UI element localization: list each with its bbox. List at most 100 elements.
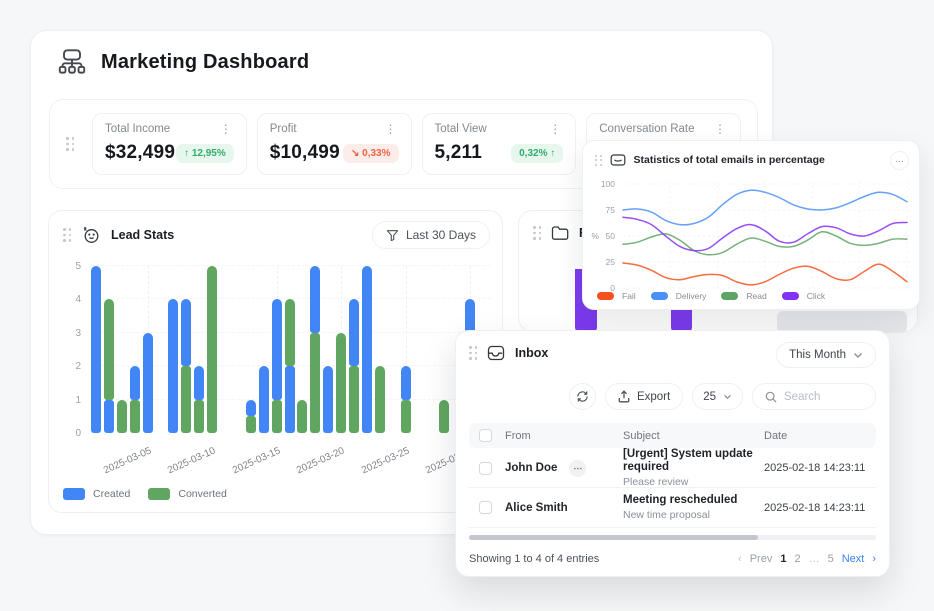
pagination-item[interactable]: 5 xyxy=(828,553,834,565)
row-checkbox[interactable] xyxy=(479,462,492,475)
legend-swatch xyxy=(721,292,738,300)
kebab-menu-icon[interactable]: ⋮ xyxy=(218,124,234,134)
showing-entries-text: Showing 1 to 4 of 4 entries xyxy=(469,553,599,565)
pagination-item[interactable]: › xyxy=(872,553,876,565)
bar-segment-converted xyxy=(375,366,385,433)
table-row[interactable]: Alice SmithMeeting rescheduledNew time p… xyxy=(469,488,876,528)
row-menu-button[interactable]: ⋯ xyxy=(569,460,586,477)
subject-cell: Meeting rescheduledNew time proposal xyxy=(623,494,764,521)
select-all-checkbox[interactable] xyxy=(479,429,492,442)
drag-handle-icon[interactable] xyxy=(533,226,541,240)
legend-item-delivery[interactable]: Delivery xyxy=(651,291,707,301)
bar-segment-converted xyxy=(117,400,127,433)
drag-handle-icon[interactable] xyxy=(63,228,71,242)
pagination-item[interactable]: ‹ xyxy=(738,553,742,565)
stat-card-top: Total Income⋮ xyxy=(105,123,234,135)
stat-card-top: Total View⋮ xyxy=(435,123,564,135)
sitemap-icon xyxy=(56,47,88,77)
drag-handle-icon[interactable] xyxy=(595,155,602,166)
from-cell: John Doe ⋯ xyxy=(505,460,623,477)
legend-swatch xyxy=(651,292,668,300)
date-cell: 2025-02-18 14:23:11 xyxy=(764,462,876,474)
bar-segment-created xyxy=(323,366,333,433)
x-tick-label: 2025-03-10 xyxy=(149,445,217,484)
search-input[interactable]: Search xyxy=(752,383,876,410)
scrollbar-thumb[interactable] xyxy=(469,535,758,540)
bar-segment-converted xyxy=(310,333,320,433)
stat-card-bottom: 5,2110,32% ↑ xyxy=(435,142,564,164)
email-chart-legend: Fail Delivery Read Click xyxy=(597,291,825,301)
legend-swatch xyxy=(63,488,85,500)
grid-line xyxy=(91,265,491,266)
table-row[interactable]: John Doe ⋯ [Urgent] System update required… xyxy=(469,448,876,488)
export-label: Export xyxy=(637,391,670,403)
funnel-icon xyxy=(386,229,399,242)
kebab-menu-icon[interactable]: ⋮ xyxy=(547,124,563,134)
legend-item-read[interactable]: Read xyxy=(721,291,766,301)
page-size-value: 25 xyxy=(703,391,716,403)
y-tick-label: 100 xyxy=(595,179,615,189)
table-header-row: From Subject Date xyxy=(469,423,876,448)
inbox-icon xyxy=(487,345,505,361)
bar-segment-created xyxy=(246,400,256,417)
drag-handle-icon[interactable] xyxy=(66,137,74,151)
bar-segment-converted xyxy=(349,366,359,433)
pagination-item[interactable]: Prev xyxy=(750,553,773,565)
refresh-button[interactable] xyxy=(569,383,596,410)
kebab-menu-icon[interactable]: ⋮ xyxy=(712,124,728,134)
sender-name: John Doe xyxy=(505,462,557,474)
legend-label: Read xyxy=(746,291,766,301)
bar-segment-converted xyxy=(207,266,217,433)
y-tick-label: 25 xyxy=(595,257,615,267)
chevron-down-icon xyxy=(853,352,863,359)
row-checkbox[interactable] xyxy=(479,501,492,514)
inbox-card: Inbox This Month Export 25 Search xyxy=(455,330,890,577)
bar-segment-converted xyxy=(401,400,411,433)
kebab-menu-icon[interactable]: ⋮ xyxy=(383,124,399,134)
bar-segment-converted xyxy=(104,299,114,399)
stat-card-bottom: $32,499↑ 12,95% xyxy=(105,142,234,164)
refresh-icon xyxy=(576,390,589,403)
x-tick-label: 2025-03-20 xyxy=(278,445,346,484)
trend-badge: ↘ 0,33% xyxy=(343,144,399,163)
period-select-button[interactable]: This Month xyxy=(776,342,876,368)
table-body: John Doe ⋯ [Urgent] System update required… xyxy=(469,448,876,528)
y-tick-label: 1 xyxy=(63,395,81,406)
date-range-filter-button[interactable]: Last 30 Days xyxy=(372,221,490,249)
legend-item-converted[interactable]: Converted xyxy=(148,488,226,500)
email-line-chart xyxy=(619,179,911,291)
pagination-item[interactable]: 1 xyxy=(780,553,786,565)
col-header-from: From xyxy=(505,430,623,442)
legend-label: Created xyxy=(93,488,130,500)
legend-item-fail[interactable]: Fail xyxy=(597,291,636,301)
page-title: Marketing Dashboard xyxy=(101,51,309,74)
bar-segment-created xyxy=(310,266,320,333)
legend-swatch xyxy=(148,488,170,500)
legend-item-created[interactable]: Created xyxy=(63,488,130,500)
bar-segment-created xyxy=(130,366,140,399)
from-cell: Alice Smith xyxy=(505,502,623,514)
bar-segment-converted xyxy=(336,333,346,433)
subject-preview: New time proposal xyxy=(623,510,764,521)
legend-item-click[interactable]: Click xyxy=(782,291,825,301)
drag-handle-icon[interactable] xyxy=(469,346,477,360)
trend-badge: 0,32% ↑ xyxy=(511,144,563,163)
email-stats-title: Statistics of total emails in percentage xyxy=(634,154,825,166)
pagination-item[interactable]: 2 xyxy=(794,553,800,565)
export-button[interactable]: Export xyxy=(605,383,683,410)
pagination-item[interactable]: Next xyxy=(842,553,865,565)
x-tick-label: 2025-03-05 xyxy=(84,445,152,484)
y-tick-label: 4 xyxy=(63,294,81,305)
horizontal-scrollbar[interactable] xyxy=(469,535,876,540)
search-icon xyxy=(765,391,777,403)
pagination-item[interactable]: … xyxy=(809,553,820,565)
bar-segment-created xyxy=(168,299,178,433)
card-menu-button[interactable]: ⋯ xyxy=(890,151,909,170)
subject-text: [Urgent] System update required xyxy=(623,448,764,474)
email-chart-y-unit: % xyxy=(585,231,599,241)
bar-segment-converted xyxy=(297,400,307,433)
page-size-select[interactable]: 25 xyxy=(692,383,743,410)
y-tick-label: 3 xyxy=(63,328,81,339)
bar-segment-created xyxy=(181,299,191,366)
stat-label: Conversation Rate xyxy=(599,123,694,135)
